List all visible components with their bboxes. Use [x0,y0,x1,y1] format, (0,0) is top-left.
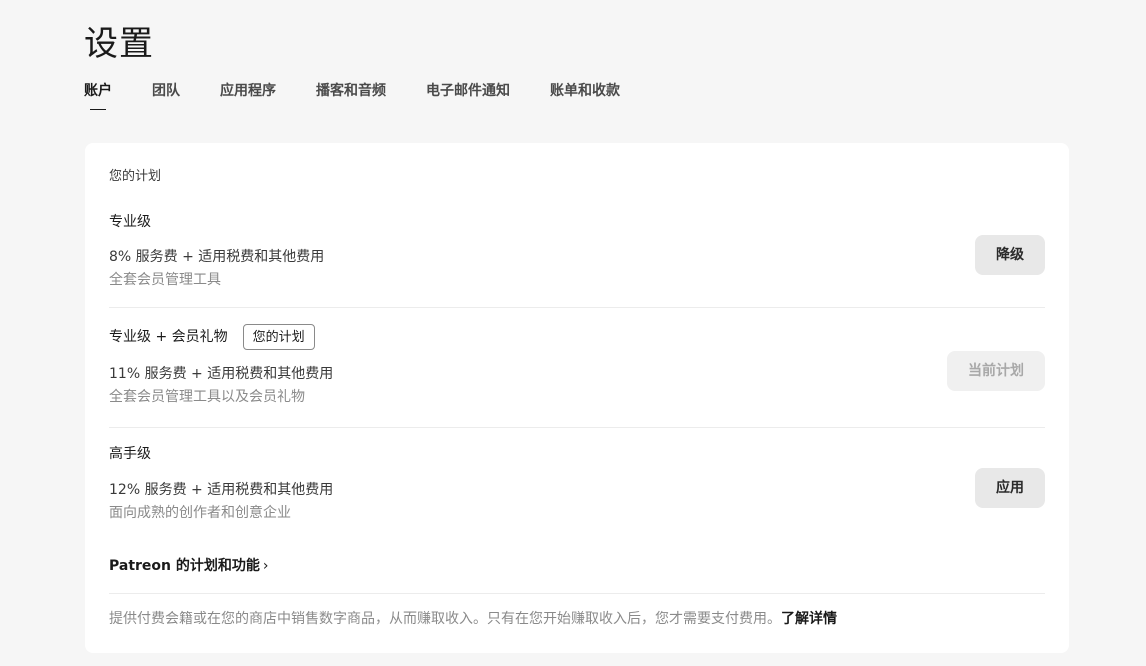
plans-features-link[interactable]: Patreon 的计划和功能 › [109,556,269,576]
settings-tabs: 账户 团队 应用程序 播客和音频 电子邮件通知 账单和收款 [84,80,660,116]
plan-name: 专业级 + 会员礼物 您的计划 [109,324,1045,350]
downgrade-button[interactable]: 降级 [975,235,1045,275]
plan-fee: 11% 服务费 + 适用税费和其他费用 [109,366,334,382]
plan-description: 面向成熟的创作者和创意企业 [109,505,291,521]
chevron-right-icon: › [262,558,269,574]
plan-name: 专业级 [109,212,1045,232]
plan-description: 全套会员管理工具 [109,272,221,288]
plan-pro-gifts: 专业级 + 会员礼物 您的计划 11% 服务费 + 适用税费和其他费用 全套会员… [109,324,1045,407]
plan-name-text: 专业级 [109,214,151,230]
divider [109,427,1045,428]
current-plan-button: 当前计划 [947,351,1045,391]
your-plan-badge: 您的计划 [242,324,315,350]
plan-name-text: 高手级 [109,446,151,462]
footer-note-text: 提供付费会籍或在您的商店中销售数字商品，从而赚取收入。只有在您开始赚取收入后，您… [109,611,781,627]
plans-features-link-text: Patreon 的计划和功能 [109,558,260,574]
plan-premium: 高手级 12% 服务费 + 适用税费和其他费用 面向成熟的创作者和创意企业 应用 [109,444,1045,523]
apply-button[interactable]: 应用 [975,468,1045,508]
tab-team[interactable]: 团队 [152,80,180,116]
card-heading: 您的计划 [109,169,162,184]
plan-pro: 专业级 8% 服务费 + 适用税费和其他费用 全套会员管理工具 降级 [109,212,1045,290]
plan-name: 高手级 [109,444,1045,464]
divider [109,307,1045,308]
divider [109,593,1045,594]
tab-account[interactable]: 账户 [84,80,112,116]
learn-more-link[interactable]: 了解详情 [781,611,837,627]
plan-card: 您的计划 专业级 8% 服务费 + 适用税费和其他费用 全套会员管理工具 降级 … [85,143,1069,653]
settings-page: 设置 账户 团队 应用程序 播客和音频 电子邮件通知 账单和收款 您的计划 专业… [0,0,1146,666]
tab-podcasts-audio[interactable]: 播客和音频 [316,80,386,116]
plan-fee: 12% 服务费 + 适用税费和其他费用 [109,482,334,498]
plan-fee: 8% 服务费 + 适用税费和其他费用 [109,249,325,265]
tab-billing-payouts[interactable]: 账单和收款 [550,80,620,116]
footer-note: 提供付费会籍或在您的商店中销售数字商品，从而赚取收入。只有在您开始赚取收入后，您… [109,609,837,629]
plan-description: 全套会员管理工具以及会员礼物 [109,389,305,405]
plan-name-text: 专业级 + 会员礼物 [109,329,228,345]
tab-email-notifications[interactable]: 电子邮件通知 [426,80,510,116]
page-title: 设置 [84,24,154,64]
tab-apps[interactable]: 应用程序 [220,80,276,116]
